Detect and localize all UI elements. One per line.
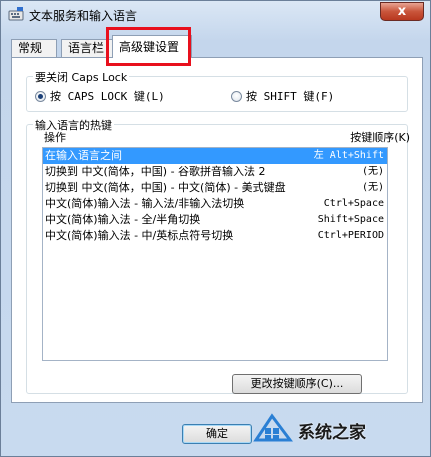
tab-language-bar-label: 语言栏 <box>68 41 105 55</box>
tab-advanced-key-settings[interactable]: 高级键设置 <box>112 35 192 58</box>
close-icon: x <box>397 4 407 19</box>
tab-general-label: 常规 <box>18 41 43 55</box>
shift-key-option-label: 按 SHIFT 键(F) <box>246 90 335 103</box>
hotkeys-list[interactable]: 在输入语言之间 左 Alt+Shift 切换到 中文(简体，中国) - 谷歌拼音… <box>42 147 388 361</box>
hotkey-row[interactable]: 切换到 中文(简体，中国) - 中文(简体) - 美式键盘 (无) <box>43 180 387 196</box>
caps-lock-group: 要关闭 Caps Lock 按 CAPS LOCK 键(L) 按 SHIFT 键… <box>26 69 408 112</box>
watermark-logo-icon <box>253 413 293 442</box>
hotkey-action: 中文(简体)输入法 - 全/半角切换 <box>45 213 201 226</box>
column-action-header: 操作 <box>44 131 66 144</box>
shift-key-option[interactable]: 按 SHIFT 键(F) <box>231 88 334 104</box>
hotkey-action: 切换到 中文(简体，中国) - 中文(简体) - 美式键盘 <box>45 181 286 194</box>
hotkey-row[interactable]: 中文(简体)输入法 - 输入法/非输入法切换 Ctrl+Space <box>43 196 387 212</box>
window-title: 文本服务和输入语言 <box>29 9 138 23</box>
hotkey-keys: (无) <box>361 166 384 177</box>
caps-lock-key-option[interactable]: 按 CAPS LOCK 键(L) <box>35 88 165 104</box>
hotkey-keys: (无) <box>361 182 384 193</box>
tab-advanced-key-settings-label: 高级键设置 <box>119 40 180 54</box>
hotkey-row[interactable]: 中文(简体)输入法 - 全/半角切换 Shift+Space <box>43 212 387 228</box>
change-key-sequence-button[interactable]: 更改按键顺序(C)... <box>232 374 362 394</box>
hotkey-keys: Ctrl+Space <box>323 198 384 209</box>
hotkey-keys: 左 Alt+Shift <box>313 150 384 161</box>
hotkey-row[interactable]: 在输入语言之间 左 Alt+Shift <box>43 148 387 164</box>
hotkey-row[interactable]: 中文(简体)输入法 - 中/英标点符号切换 Ctrl+PERIOD <box>43 228 387 244</box>
hotkeys-list-header: 操作 按键顺序(K) <box>44 129 410 144</box>
site-watermark: 系统之家 <box>246 412 426 450</box>
radio-unselected-icon[interactable] <box>231 90 242 102</box>
tab-general[interactable]: 常规 <box>11 39 57 57</box>
hotkey-keys: Ctrl+PERIOD <box>317 230 384 241</box>
title-bar[interactable]: 文本服务和输入语言 x <box>1 1 430 29</box>
hotkey-row[interactable]: 切换到 中文(简体，中国) - 谷歌拼音输入法 2 (无) <box>43 164 387 180</box>
column-keys-header: 按键顺序(K) <box>350 131 410 144</box>
ok-button[interactable]: 确定 <box>182 424 252 444</box>
watermark-text: 系统之家 <box>298 423 366 443</box>
change-key-sequence-label: 更改按键顺序(C)... <box>250 377 344 390</box>
caps-lock-key-option-label: 按 CAPS LOCK 键(L) <box>50 90 165 103</box>
hotkey-action: 中文(简体)输入法 - 中/英标点符号切换 <box>45 229 234 242</box>
radio-selected-icon[interactable] <box>35 90 46 102</box>
tab-language-bar[interactable]: 语言栏 <box>61 39 113 57</box>
close-button[interactable]: x <box>380 2 424 21</box>
ok-button-label: 确定 <box>206 427 228 440</box>
tab-panel: 要关闭 Caps Lock 按 CAPS LOCK 键(L) 按 SHIFT 键… <box>11 57 423 403</box>
keyboard-app-icon <box>8 7 24 21</box>
hotkey-action: 切换到 中文(简体，中国) - 谷歌拼音输入法 2 <box>45 165 266 178</box>
caps-lock-group-label: 要关闭 Caps Lock <box>33 69 130 85</box>
hotkey-keys: Shift+Space <box>317 214 384 225</box>
dialog-window: 文本服务和输入语言 x 常规 语言栏 高级键设置 要关闭 Caps Lock 按… <box>0 0 431 457</box>
hotkey-action: 在输入语言之间 <box>45 149 122 162</box>
tab-strip: 常规 语言栏 高级键设置 <box>11 35 423 58</box>
hotkey-action: 中文(简体)输入法 - 输入法/非输入法切换 <box>45 197 245 210</box>
